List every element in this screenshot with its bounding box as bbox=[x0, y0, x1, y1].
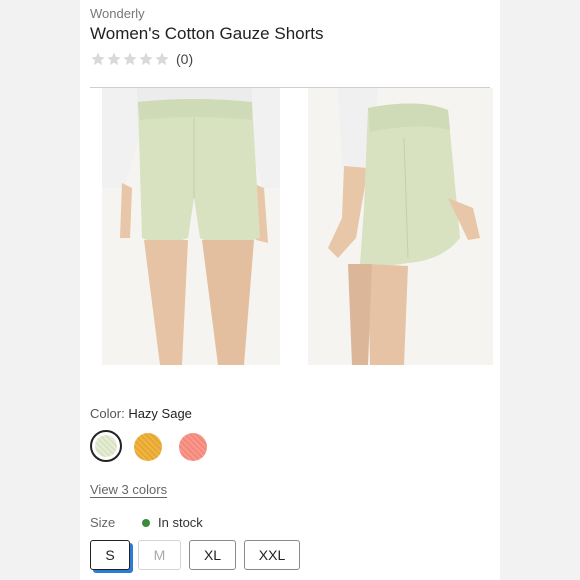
size-button-xxl[interactable]: XXL bbox=[244, 540, 300, 570]
review-count: (0) bbox=[176, 51, 194, 67]
size-button-m[interactable]: M bbox=[138, 540, 181, 570]
stock-status: In stock bbox=[142, 515, 203, 530]
star-icon bbox=[106, 51, 122, 67]
stock-status-text: In stock bbox=[158, 515, 203, 530]
color-label: Color: Hazy Sage bbox=[90, 406, 192, 421]
product-title: Women's Cotton Gauze Shorts bbox=[90, 24, 324, 43]
star-icon bbox=[90, 51, 106, 67]
color-label-text: Color: bbox=[90, 406, 125, 421]
product-page: Wonderly Women's Cotton Gauze Shorts (0) bbox=[80, 0, 500, 580]
star-icon bbox=[154, 51, 170, 67]
swatch-hazy-sage[interactable] bbox=[90, 430, 122, 462]
swatch-coral[interactable] bbox=[179, 433, 207, 461]
rating[interactable]: (0) bbox=[90, 51, 193, 67]
size-button-s[interactable]: S bbox=[90, 540, 130, 570]
size-button-xl[interactable]: XL bbox=[189, 540, 236, 570]
size-label: Size bbox=[90, 515, 116, 530]
brand-name[interactable]: Wonderly bbox=[90, 6, 145, 21]
star-icon bbox=[138, 51, 154, 67]
selected-color-name: Hazy Sage bbox=[128, 406, 192, 421]
swatch-gold[interactable] bbox=[134, 433, 162, 461]
product-image-front[interactable] bbox=[102, 88, 280, 365]
star-icon bbox=[122, 51, 138, 67]
in-stock-dot-icon bbox=[142, 518, 150, 527]
product-image-side[interactable] bbox=[308, 88, 493, 365]
view-colors-link[interactable]: View 3 colors bbox=[90, 482, 167, 497]
